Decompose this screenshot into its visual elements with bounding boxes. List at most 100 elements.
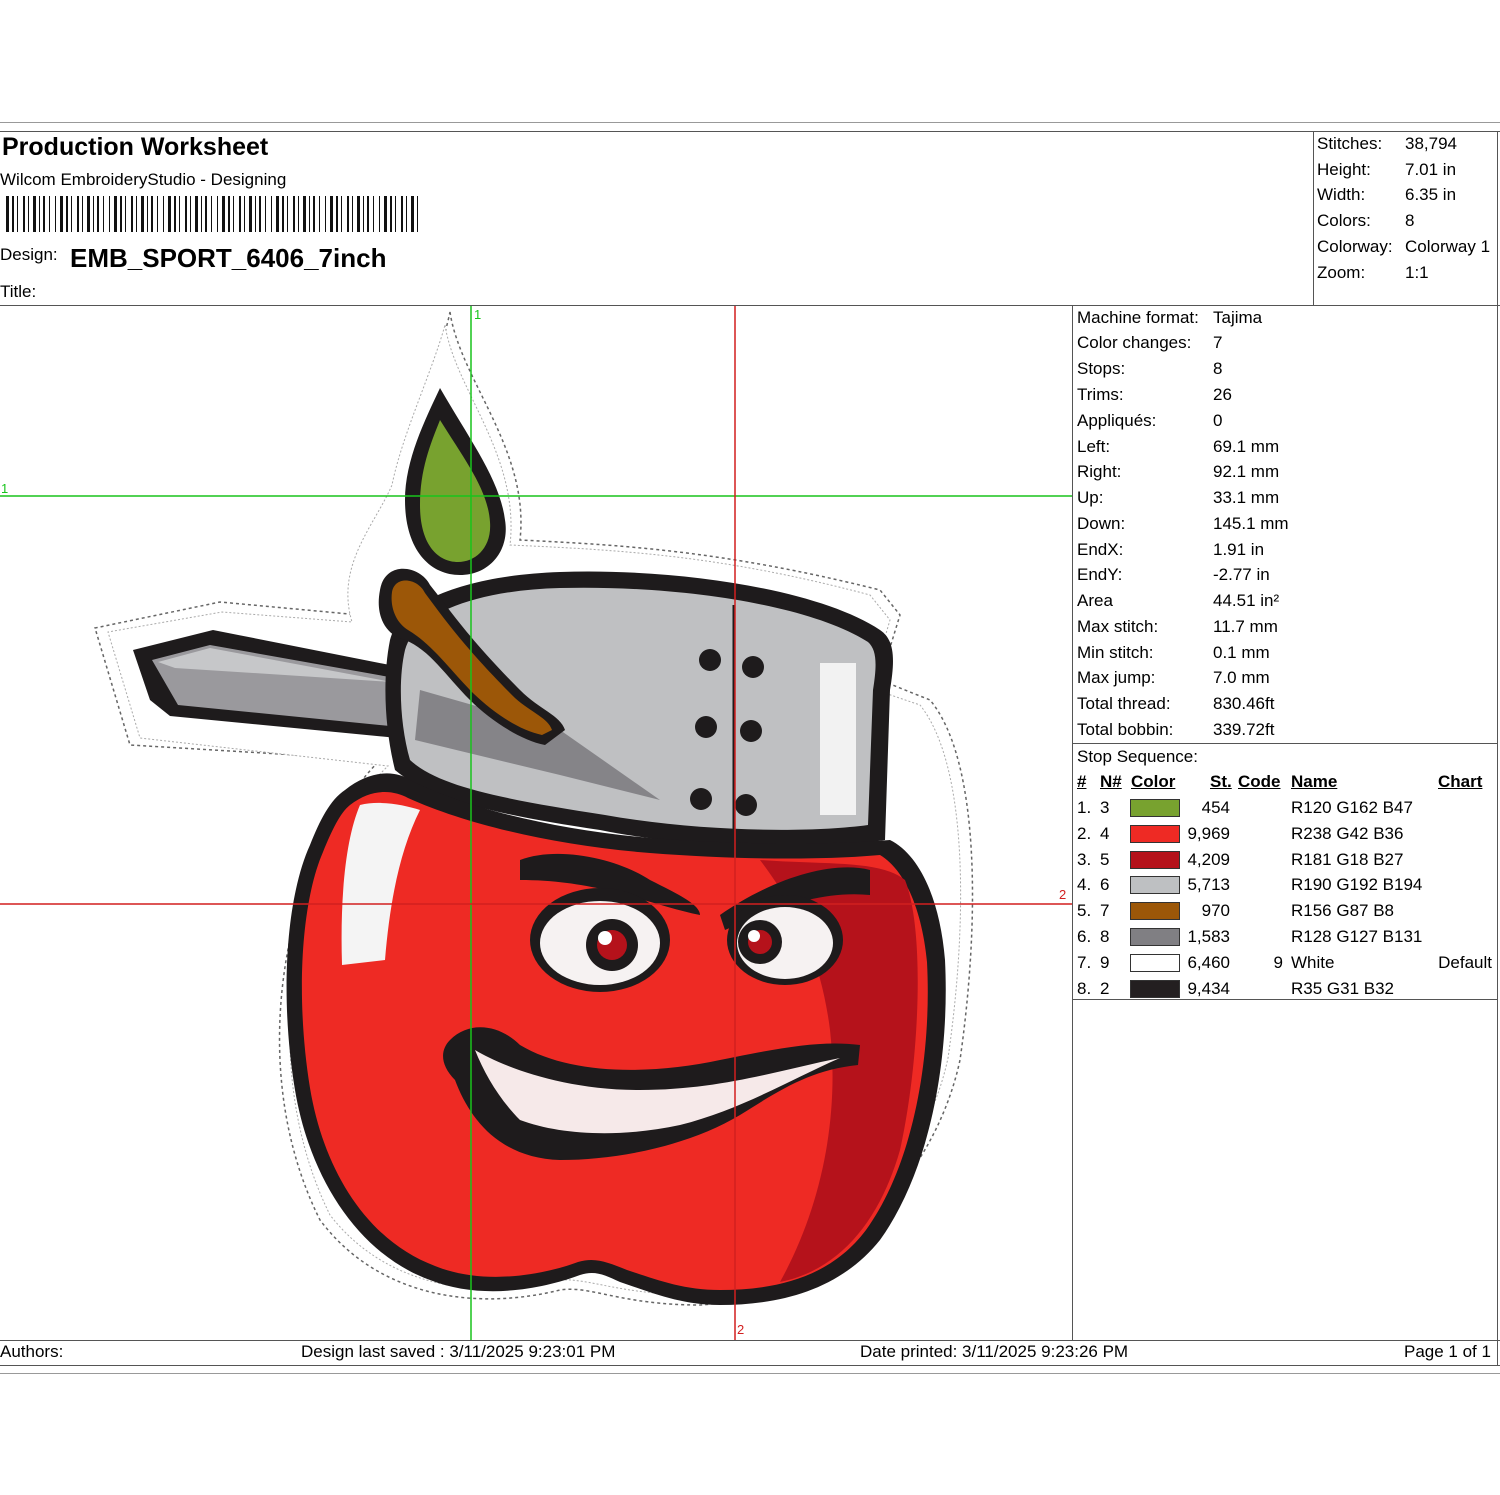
barcode-bar bbox=[39, 196, 40, 232]
cell-st: 454 bbox=[1201, 798, 1230, 817]
summary-value: 6.35 in bbox=[1405, 185, 1457, 204]
machine-value: 1.91 in bbox=[1213, 540, 1265, 559]
barcode-bar bbox=[336, 196, 338, 232]
summary-label: Zoom: bbox=[1317, 263, 1366, 282]
machine-label: Max stitch: bbox=[1077, 617, 1159, 636]
footer-divider bbox=[0, 1340, 1500, 1341]
cell-n: 8 bbox=[1100, 927, 1110, 946]
machine-label: Machine format: bbox=[1077, 308, 1199, 327]
cell-name: R128 G127 B131 bbox=[1291, 927, 1423, 946]
machine-divider bbox=[1072, 743, 1497, 744]
barcode-bar bbox=[325, 196, 326, 232]
barcode-bar bbox=[276, 196, 279, 232]
column-header-n: N# bbox=[1100, 772, 1122, 791]
barcode-bar bbox=[114, 196, 117, 232]
column-header-code: Code bbox=[1238, 772, 1281, 791]
cell-num: 1. bbox=[1077, 798, 1092, 817]
barcode-bar bbox=[373, 196, 374, 232]
barcode-bar bbox=[125, 196, 126, 232]
color-swatch bbox=[1130, 824, 1180, 843]
barcode-bar bbox=[255, 196, 256, 232]
barcode-bar bbox=[179, 196, 180, 232]
cell-name: R35 G31 B32 bbox=[1291, 978, 1395, 998]
cell-name: R156 G87 B8 bbox=[1291, 901, 1395, 921]
barcode-bar bbox=[244, 196, 245, 232]
barcode-bar bbox=[109, 196, 110, 232]
machine-value: 8 bbox=[1213, 359, 1223, 378]
machine-value: 145.1 mm bbox=[1213, 514, 1289, 533]
barcode-bar bbox=[313, 196, 315, 232]
barcode-bar bbox=[309, 196, 310, 232]
summary-value: 8 bbox=[1405, 211, 1415, 230]
barcode-bar bbox=[33, 196, 36, 232]
machine-label: Up: bbox=[1077, 488, 1104, 507]
cell-name: R238 G42 B36 bbox=[1291, 823, 1404, 843]
red-guide-label-right: 2 bbox=[1059, 887, 1066, 902]
barcode-bar bbox=[363, 196, 364, 232]
machine-value: 44.51 in² bbox=[1213, 591, 1280, 610]
barcode-bar bbox=[352, 196, 353, 232]
bottom-border bbox=[0, 1365, 1500, 1366]
barcode-bar bbox=[259, 196, 261, 232]
machine-value: 92.1 mm bbox=[1213, 462, 1280, 481]
barcode-bar bbox=[319, 196, 320, 232]
machine-label: Total bobbin: bbox=[1077, 720, 1174, 739]
cell-num: 4. bbox=[1077, 875, 1092, 895]
summary-divider bbox=[1313, 131, 1314, 305]
right-eye-shine bbox=[748, 930, 760, 942]
barcode-bar bbox=[17, 196, 18, 232]
barcode-bar bbox=[60, 196, 63, 232]
cell-n: 6 bbox=[1100, 875, 1110, 895]
barcode-bar bbox=[168, 196, 171, 232]
machine-label: Down: bbox=[1077, 514, 1126, 533]
barcode-bar bbox=[23, 196, 25, 232]
color-swatch bbox=[1130, 979, 1180, 998]
top-border bbox=[0, 131, 1500, 132]
barcode-bar bbox=[395, 196, 396, 232]
barcode-bar bbox=[228, 196, 230, 232]
column-header-name: Name bbox=[1291, 772, 1338, 791]
barcode-bar bbox=[97, 196, 99, 232]
barcode-bar bbox=[249, 196, 252, 232]
machine-label: Color changes: bbox=[1077, 333, 1192, 352]
design-name: EMB_SPORT_6406_7inch bbox=[70, 243, 387, 273]
barcode-bar bbox=[185, 196, 187, 232]
cell-name: White bbox=[1291, 952, 1335, 972]
machine-value: 11.7 mm bbox=[1213, 617, 1278, 636]
stop-sequence-heading: Stop Sequence: bbox=[1077, 747, 1198, 766]
barcode-bar bbox=[136, 196, 137, 232]
summary-value: Colorway 1 bbox=[1405, 237, 1491, 256]
barcode bbox=[6, 196, 418, 232]
design-label: Design: bbox=[0, 245, 58, 264]
bottom-border-outer bbox=[0, 1373, 1500, 1374]
barcode-bar bbox=[201, 196, 202, 232]
barcode-bar bbox=[298, 196, 299, 232]
barcode-bar bbox=[151, 196, 153, 232]
barcode-bar bbox=[6, 196, 9, 232]
cell-name: R190 G192 B194 bbox=[1291, 875, 1423, 895]
summary-label: Stitches: bbox=[1317, 134, 1383, 153]
column-header-st: St. bbox=[1210, 772, 1232, 791]
machine-label: Left: bbox=[1077, 437, 1111, 456]
stop-sequence-divider bbox=[1072, 999, 1497, 1000]
barcode-bar bbox=[157, 196, 158, 232]
barcode-bar bbox=[12, 196, 14, 232]
barcode-bar bbox=[271, 196, 272, 232]
barcode-bar bbox=[357, 196, 360, 232]
cell-num: 2. bbox=[1077, 823, 1092, 843]
machine-label: EndX: bbox=[1077, 540, 1124, 559]
design-preview: 1 1 2 2 bbox=[0, 306, 1072, 1340]
machine-label: Max jump: bbox=[1077, 668, 1156, 687]
barcode-bar bbox=[120, 196, 122, 232]
red-guide-label-bottom: 2 bbox=[737, 1322, 744, 1337]
machine-label: Right: bbox=[1077, 462, 1122, 481]
color-swatch bbox=[1130, 902, 1180, 921]
cell-code: 9 bbox=[1273, 952, 1283, 972]
barcode-bar bbox=[87, 196, 90, 232]
machine-value: 339.72ft bbox=[1213, 720, 1275, 739]
green-guide-label-top: 1 bbox=[474, 307, 481, 322]
barcode-bar bbox=[411, 196, 414, 232]
summary-value: 1:1 bbox=[1405, 263, 1429, 282]
color-swatch bbox=[1130, 928, 1180, 946]
barcode-bar bbox=[174, 196, 176, 232]
